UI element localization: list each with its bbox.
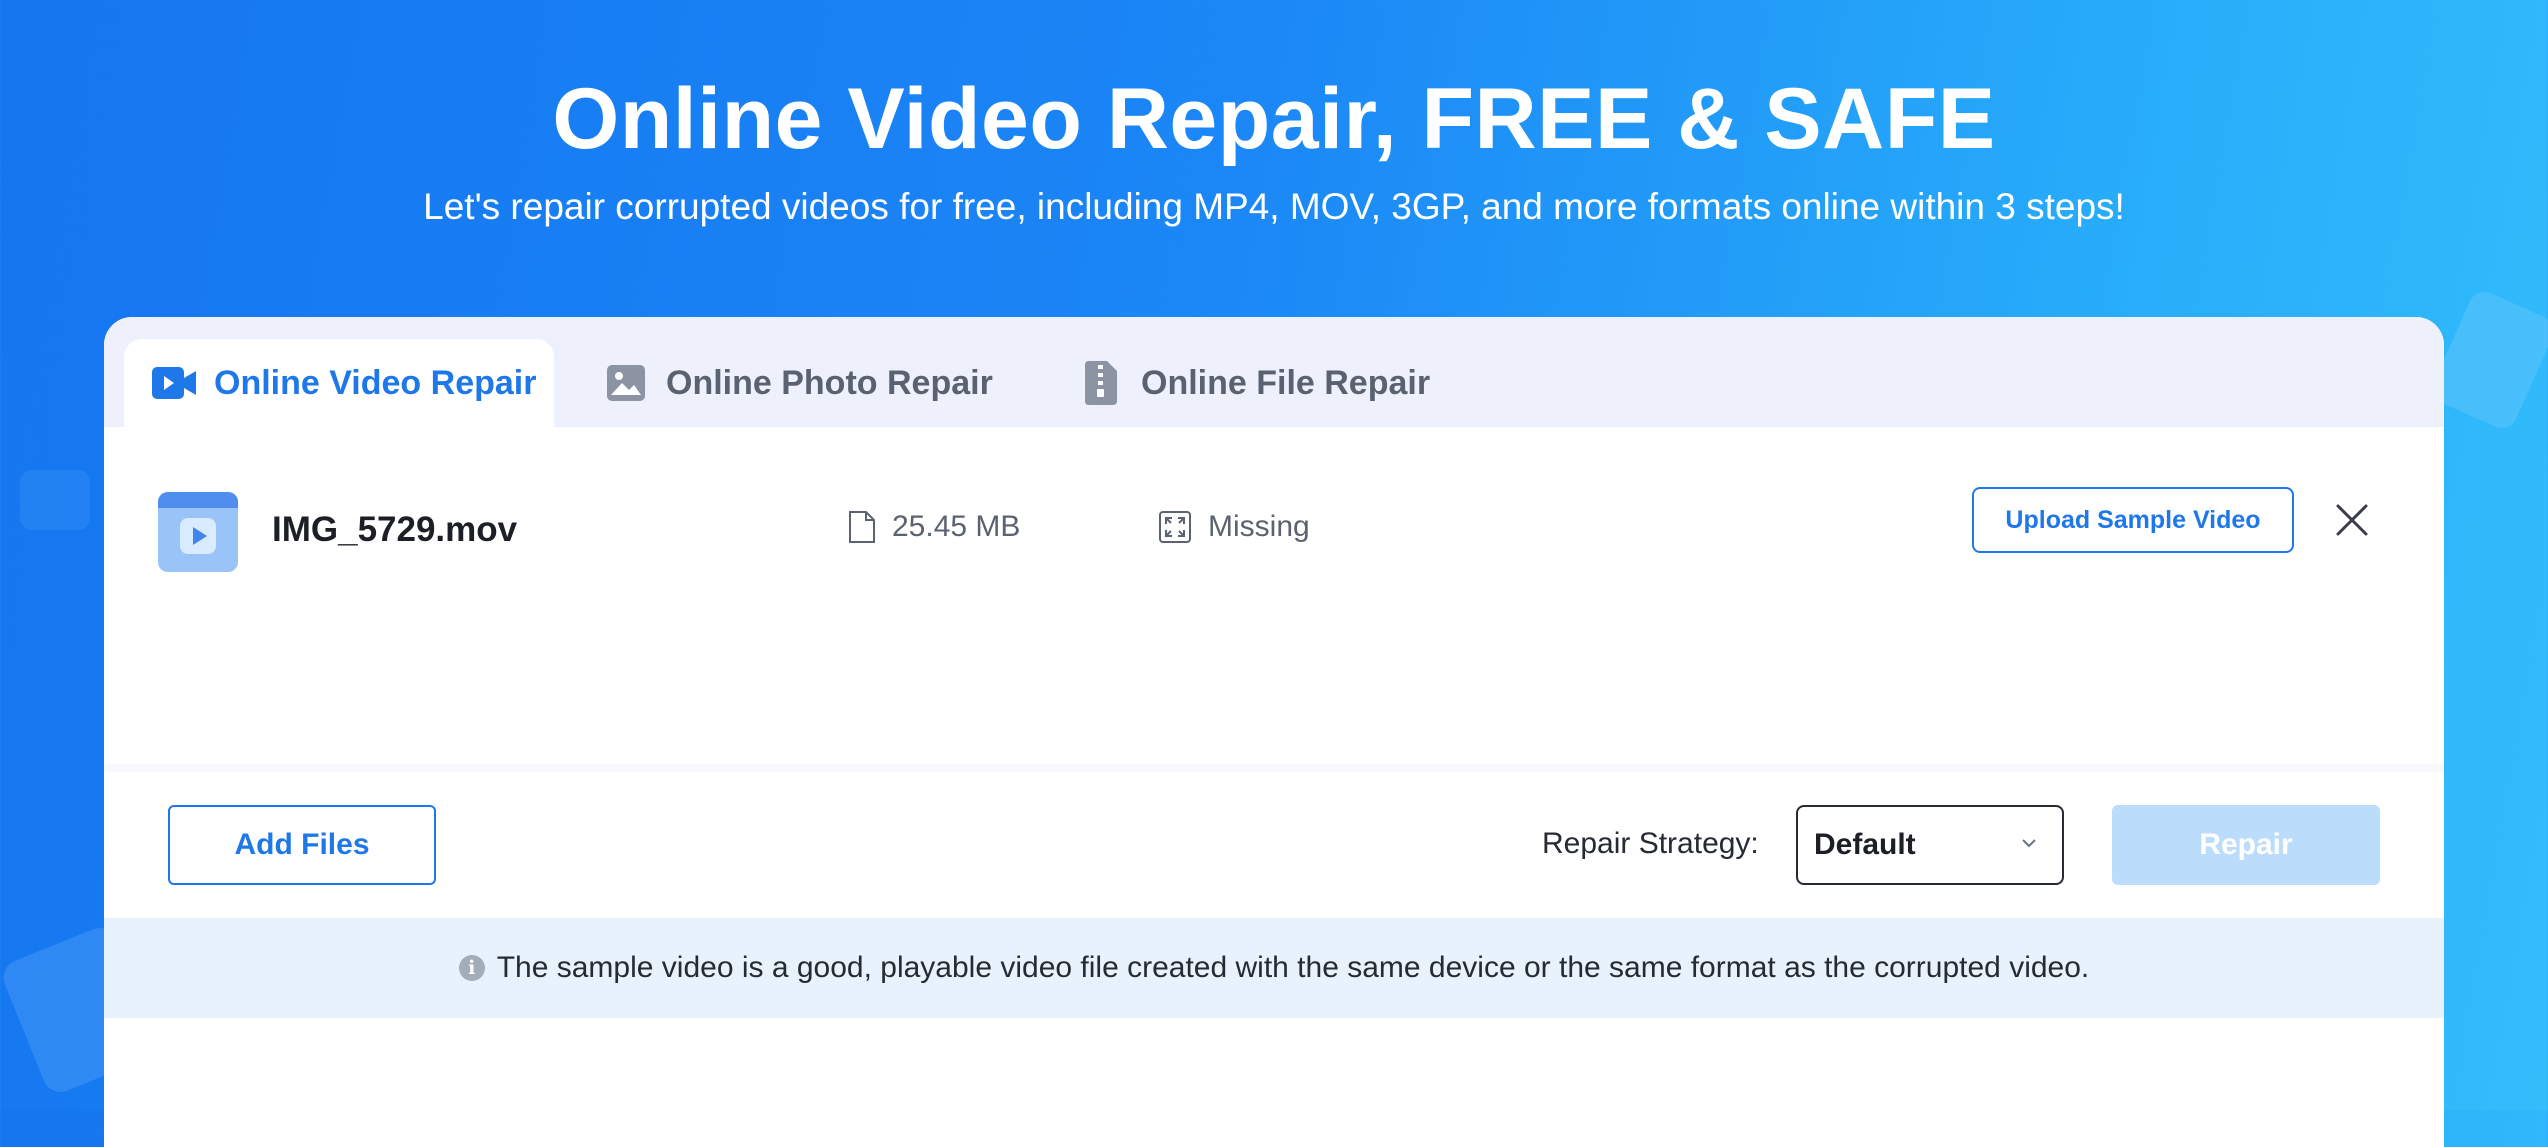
repair-strategy-value: Default — [1814, 828, 1916, 861]
background-video-decoration — [2427, 286, 2548, 434]
video-camera-icon — [152, 363, 196, 403]
document-icon — [849, 511, 875, 543]
chevron-down-icon — [2022, 839, 2036, 848]
file-size: 25.45 MB — [848, 510, 1020, 544]
upload-sample-video-button[interactable]: Upload Sample Video — [1972, 487, 2294, 553]
tab-online-photo-repair[interactable]: Online Photo Repair — [604, 339, 1024, 427]
sample-video-note-text: The sample video is a good, playable vid… — [496, 951, 2090, 984]
action-bar: Add Files Repair Strategy: Default Repai… — [104, 805, 2444, 887]
file-resolution-value: Missing — [1208, 510, 1310, 543]
video-file-icon — [158, 492, 238, 572]
section-divider — [104, 764, 2444, 772]
tab-label: Online Photo Repair — [666, 363, 993, 402]
zip-file-icon — [1079, 361, 1123, 405]
resolution-icon — [1159, 511, 1191, 543]
repair-card: Online Video Repair Online Photo Repair — [104, 317, 2444, 1147]
background-camera-decoration — [20, 470, 90, 530]
page-subtitle: Let's repair corrupted videos for free, … — [423, 186, 2125, 227]
add-files-button[interactable]: Add Files — [168, 805, 436, 885]
file-resolution: Missing — [1158, 510, 1310, 544]
page-title: Online Video Repair, FREE & SAFE — [552, 71, 1996, 167]
repair-button[interactable]: Repair — [2112, 805, 2380, 885]
tab-label: Online Video Repair — [214, 363, 537, 402]
tab-bar: Online Video Repair Online Photo Repair — [104, 317, 2444, 427]
file-name: IMG_5729.mov — [272, 510, 518, 549]
repair-strategy-label: Repair Strategy: — [1542, 827, 1759, 860]
file-list-item: IMG_5729.mov 25.45 MB Missing Upload Sam… — [104, 487, 2444, 572]
repair-strategy-select[interactable]: Default — [1796, 805, 2064, 885]
tab-label: Online File Repair — [1141, 363, 1431, 402]
tab-online-file-repair[interactable]: Online File Repair — [1079, 339, 1499, 427]
tab-online-video-repair[interactable]: Online Video Repair — [124, 339, 554, 427]
image-icon — [604, 363, 648, 403]
file-size-value: 25.45 MB — [892, 510, 1021, 543]
sample-video-note: i The sample video is a good, playable v… — [104, 918, 2444, 1018]
info-icon: i — [458, 955, 485, 981]
close-icon[interactable] — [2334, 502, 2370, 538]
